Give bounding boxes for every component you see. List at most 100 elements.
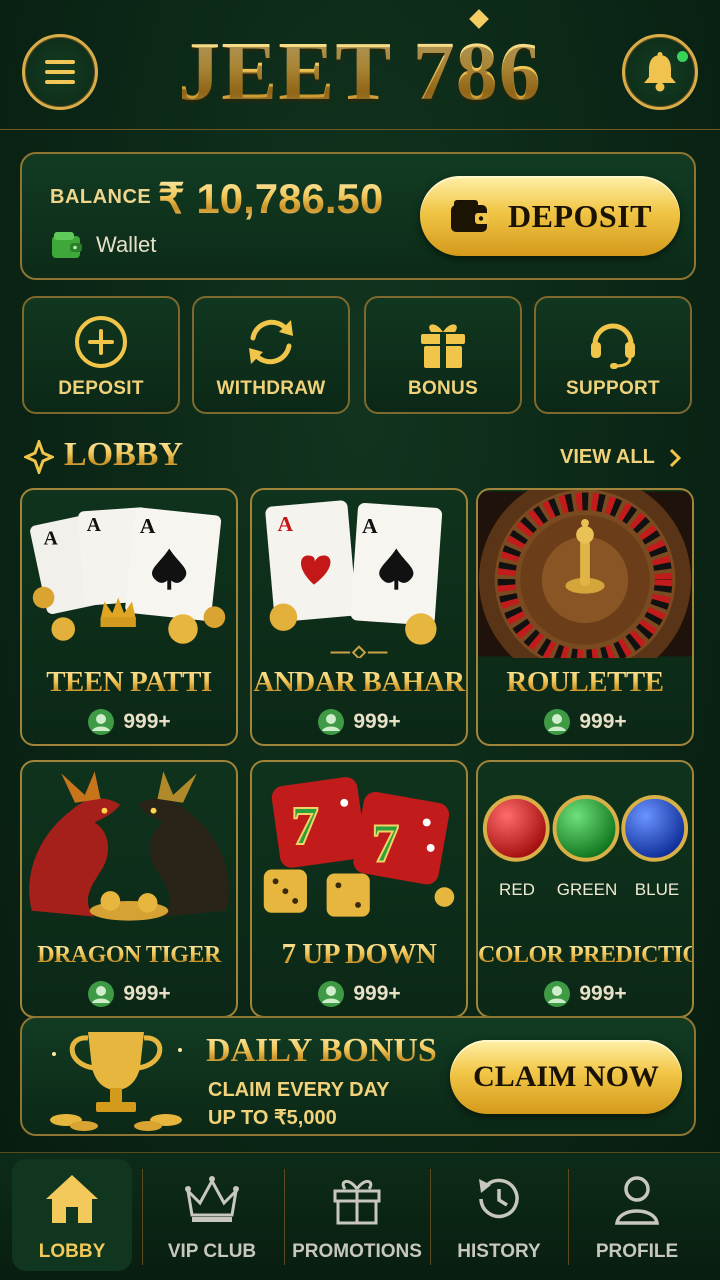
quick-action-bonus[interactable]: BONUS: [364, 296, 522, 414]
balance-card: BALANCE ₹ 10,786.50 Wallet DEPOSIT: [20, 152, 696, 280]
user-icon: [544, 709, 571, 735]
player-count: 999+: [22, 708, 236, 736]
notifications-button[interactable]: [622, 34, 698, 110]
nav-item-profile[interactable]: PROFILE: [576, 1159, 698, 1271]
player-count-value: 999+: [579, 710, 627, 733]
player-count-value: 999+: [579, 982, 627, 1005]
playing-cards-art: A A A: [30, 507, 226, 644]
daily-bonus-subtitle: CLAIM EVERY DAY UP TO ₹5,000: [208, 1076, 390, 1132]
balance-label: BALANCE: [50, 186, 152, 208]
player-count-value: 999+: [123, 982, 171, 1005]
plus-circle-icon: [75, 316, 127, 368]
svg-text:A: A: [362, 514, 378, 538]
game-title: ROULETTE: [478, 666, 692, 699]
history-icon: [479, 1178, 519, 1219]
hamburger-menu-icon: [45, 60, 75, 84]
wallet-label: Wallet: [96, 232, 157, 257]
wallet-row[interactable]: Wallet: [50, 230, 156, 260]
quick-action-deposit[interactable]: DEPOSIT: [22, 296, 180, 414]
daily-bonus-title: DAILY BONUS: [206, 1032, 437, 1069]
game-title: ANDAR BAHAR: [253, 666, 465, 698]
wallet-icon: [52, 232, 82, 258]
game-card-color-prediction[interactable]: RED GREEN BLUE COLOR PREDICTION 999+: [476, 760, 694, 1018]
nav-item-lobby[interactable]: LOBBY: [12, 1159, 132, 1271]
roulette-wheel-art: [478, 490, 692, 658]
color-balls-art: [482, 794, 689, 862]
nav-label: PROFILE: [595, 1241, 679, 1262]
playing-cards-art: A A: [265, 500, 443, 658]
deposit-button[interactable]: DEPOSIT: [420, 176, 680, 256]
color-label-blue: BLUE: [634, 880, 680, 899]
game-title: TEEN PATTI: [22, 666, 236, 699]
game-card-andar-bahar[interactable]: A A ANDAR BAHAR 999+: [250, 488, 468, 746]
color-label-green: GREEN: [556, 880, 618, 899]
player-count: 999+: [22, 980, 236, 1008]
dragons-art: [29, 771, 229, 921]
nav-item-history[interactable]: HISTORY: [438, 1159, 560, 1271]
nav-divider: [568, 1169, 569, 1265]
user-icon: [615, 1176, 659, 1225]
wallet-icon: [451, 200, 489, 232]
nav-item-promotions[interactable]: PROMOTIONS: [290, 1159, 424, 1271]
gift-icon: [421, 324, 465, 368]
home-icon: [46, 1175, 98, 1223]
claim-now-button[interactable]: CLAIM NOW: [450, 1040, 682, 1114]
brand-logo: JEET 786: [150, 22, 570, 122]
notification-dot: [677, 51, 688, 62]
quick-action-withdraw[interactable]: WITHDRAW: [192, 296, 350, 414]
sparkle-icon: [24, 440, 54, 474]
player-count-value: 999+: [123, 710, 171, 733]
game-card-dragon-tiger[interactable]: DRAGON TIGER 999+: [20, 760, 238, 1018]
game-card-roulette[interactable]: ROULETTE 999+: [476, 488, 694, 746]
daily-bonus-line-2: UP TO ₹5,000: [208, 1107, 337, 1129]
nav-divider: [430, 1169, 431, 1265]
gift-icon: [333, 1180, 381, 1225]
game-card-7-up-down[interactable]: 7 7 7 UP DOWN 999+: [250, 760, 468, 1018]
svg-text:A: A: [44, 529, 59, 550]
player-count: 999+: [478, 708, 692, 736]
color-label-red: RED: [499, 880, 535, 899]
quick-action-label: DEPOSIT: [58, 378, 144, 399]
game-title: COLOR PREDICTION: [478, 942, 694, 968]
svg-text:A: A: [278, 512, 294, 536]
deposit-button-label: DEPOSIT: [508, 197, 652, 234]
menu-button[interactable]: [22, 34, 98, 110]
refresh-arrows-icon: [249, 319, 293, 365]
nav-divider: [284, 1169, 285, 1265]
player-count: 999+: [252, 708, 466, 736]
lobby-title: LOBBY: [64, 436, 184, 473]
user-icon: [544, 981, 571, 1007]
user-icon: [88, 981, 115, 1007]
nav-label: VIP CLUB: [167, 1241, 257, 1262]
app-header: JEET 786: [0, 0, 720, 130]
view-all-link[interactable]: VIEW ALL: [560, 446, 681, 469]
svg-text:7: 7: [372, 813, 399, 874]
game-card-teen-patti[interactable]: A A A TEEN PATTI 999+: [20, 488, 238, 746]
quick-action-label: BONUS: [407, 378, 479, 399]
player-count-value: 999+: [353, 710, 401, 733]
dice-art: 7 7: [263, 777, 455, 917]
svg-text:7: 7: [291, 795, 318, 856]
chevron-right-icon: [669, 448, 681, 467]
headset-icon: [591, 323, 635, 369]
bottom-navigation: LOBBY VIP CLUB PROMOTIONS HISTORY PROFIL…: [0, 1152, 720, 1280]
nav-label: LOBBY: [38, 1241, 106, 1262]
daily-bonus-banner: DAILY BONUS CLAIM EVERY DAY UP TO ₹5,000…: [20, 1016, 696, 1136]
crown-icon: [185, 1176, 239, 1222]
user-icon: [318, 709, 345, 735]
nav-divider: [142, 1169, 143, 1265]
trophy-icon: [50, 1032, 182, 1131]
svg-text:A: A: [140, 514, 156, 538]
player-count: 999+: [252, 980, 466, 1008]
nav-label: PROMOTIONS: [292, 1241, 422, 1262]
game-title: 7 UP DOWN: [252, 938, 466, 971]
bell-icon: [644, 52, 676, 92]
view-all-label: VIEW ALL: [560, 446, 655, 468]
nav-label: HISTORY: [457, 1241, 541, 1262]
quick-action-label: WITHDRAW: [216, 378, 326, 399]
player-count: 999+: [478, 980, 692, 1008]
player-count-value: 999+: [353, 982, 401, 1005]
nav-item-vip-club[interactable]: VIP CLUB: [150, 1159, 274, 1271]
svg-text:A: A: [87, 515, 102, 536]
quick-action-support[interactable]: SUPPORT: [534, 296, 692, 414]
